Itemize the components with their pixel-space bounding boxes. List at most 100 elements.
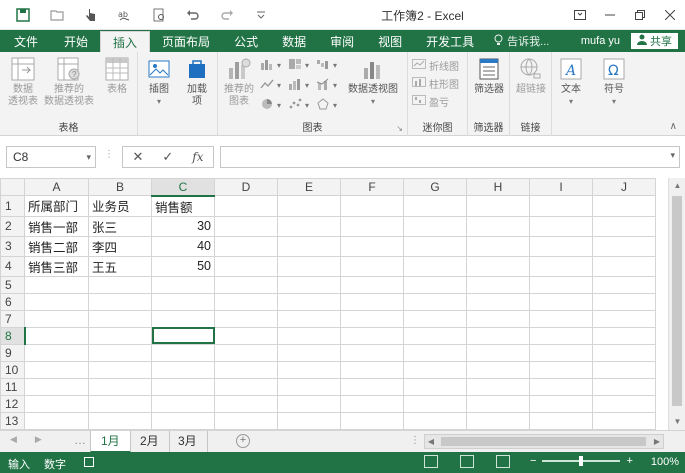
cell[interactable] xyxy=(151,343,215,362)
cell[interactable] xyxy=(151,309,215,328)
user-name[interactable]: mufa yu xyxy=(581,35,620,47)
vertical-scrollbar[interactable]: ▲ ▼ xyxy=(668,178,685,430)
cell[interactable] xyxy=(466,215,530,237)
symbol-button[interactable]: Ω 符号 ▾ xyxy=(597,56,631,108)
cell[interactable] xyxy=(592,309,656,328)
cell[interactable] xyxy=(466,275,530,294)
cell[interactable] xyxy=(529,275,593,294)
cell[interactable] xyxy=(529,292,593,311)
cell[interactable] xyxy=(592,377,656,396)
cell-c8-selected[interactable] xyxy=(151,326,215,345)
cell[interactable] xyxy=(24,275,89,294)
tab-review[interactable]: 审阅 xyxy=(318,30,366,52)
cell-c2[interactable]: 30 xyxy=(151,215,215,237)
cell[interactable] xyxy=(466,309,530,328)
cell[interactable] xyxy=(529,309,593,328)
cell[interactable] xyxy=(403,275,467,294)
minimize-icon[interactable] xyxy=(595,0,625,30)
cell[interactable] xyxy=(529,343,593,362)
select-all-corner[interactable] xyxy=(0,178,25,196)
cell[interactable] xyxy=(214,255,278,277)
text-button[interactable]: A 文本 ▾ xyxy=(555,56,587,108)
tab-insert[interactable]: 插入 xyxy=(100,31,151,53)
cell-a4[interactable]: 销售三部 xyxy=(24,255,89,277)
cell[interactable] xyxy=(592,255,656,277)
cell[interactable] xyxy=(214,215,278,237)
cell[interactable] xyxy=(277,235,341,257)
cell-a2[interactable]: 销售一部 xyxy=(24,215,89,237)
cell[interactable] xyxy=(403,235,467,257)
cell[interactable] xyxy=(88,275,152,294)
row-header[interactable]: 11 xyxy=(0,377,25,396)
cell-b1[interactable]: 业务员 xyxy=(88,195,152,217)
column-sparkline-button[interactable]: 柱形图 xyxy=(412,76,459,91)
insert-function-icon[interactable]: fx xyxy=(192,150,203,164)
cell[interactable] xyxy=(403,326,467,345)
tab-view[interactable]: 视图 xyxy=(366,30,414,52)
cell[interactable] xyxy=(214,343,278,362)
formula-input[interactable]: ▾ xyxy=(220,146,680,168)
cell[interactable] xyxy=(151,275,215,294)
page-layout-view-icon[interactable] xyxy=(460,455,474,468)
cell[interactable] xyxy=(340,215,404,237)
column-header-h[interactable]: H xyxy=(466,178,530,196)
cell[interactable] xyxy=(88,411,152,430)
cell[interactable] xyxy=(340,195,404,217)
cell[interactable] xyxy=(88,292,152,311)
cell[interactable] xyxy=(277,255,341,277)
name-box[interactable]: C8 ▾ xyxy=(6,146,96,168)
cell[interactable] xyxy=(403,377,467,396)
recommended-pivot-button[interactable]: ? 推荐的 数据透视表 xyxy=(40,56,98,108)
cell[interactable] xyxy=(340,411,404,430)
tab-data[interactable]: 数据 xyxy=(270,30,318,52)
restore-icon[interactable] xyxy=(625,0,655,30)
collapse-ribbon-icon[interactable]: ∧ xyxy=(670,121,677,132)
column-header-i[interactable]: I xyxy=(529,178,593,196)
horizontal-scrollbar[interactable]: ◀ ▶ xyxy=(424,434,664,449)
line-sparkline-button[interactable]: 折线图 xyxy=(412,58,459,73)
recommended-charts-button[interactable]: 推荐的 图表 xyxy=(222,56,256,108)
cell[interactable] xyxy=(214,292,278,311)
row-header[interactable]: 6 xyxy=(0,292,25,311)
cell[interactable] xyxy=(403,360,467,379)
cell[interactable] xyxy=(151,360,215,379)
scroll-right-icon[interactable]: ▶ xyxy=(651,435,663,448)
enter-icon[interactable]: ✓ xyxy=(162,149,173,165)
cell[interactable] xyxy=(592,343,656,362)
zoom-in-icon[interactable]: + xyxy=(626,455,632,467)
row-header[interactable]: 4 xyxy=(0,255,25,277)
cell[interactable] xyxy=(466,326,530,345)
cell[interactable] xyxy=(88,394,152,413)
cell[interactable] xyxy=(340,255,404,277)
cell[interactable] xyxy=(214,195,278,217)
cell[interactable] xyxy=(592,292,656,311)
expand-formula-bar-icon[interactable]: ▾ xyxy=(670,150,675,161)
tell-me-box[interactable]: 告诉我... xyxy=(486,30,557,52)
row-header[interactable]: 7 xyxy=(0,309,25,328)
cell[interactable] xyxy=(529,195,593,217)
cell[interactable] xyxy=(24,309,89,328)
column-header-e[interactable]: E xyxy=(277,178,341,196)
cell[interactable] xyxy=(340,309,404,328)
zoom-track[interactable] xyxy=(542,456,621,466)
cell[interactable] xyxy=(151,377,215,396)
cell[interactable] xyxy=(88,309,152,328)
column-header-g[interactable]: G xyxy=(403,178,467,196)
cell[interactable] xyxy=(466,255,530,277)
column-header-f[interactable]: F xyxy=(340,178,404,196)
cell-a1[interactable]: 所属部门 xyxy=(24,195,89,217)
sheet-tab-2[interactable]: 2月 xyxy=(130,431,170,453)
add-sheet-icon[interactable]: + xyxy=(236,434,250,448)
zoom-thumb[interactable] xyxy=(579,456,584,466)
cell[interactable] xyxy=(403,195,467,217)
cell[interactable] xyxy=(592,215,656,237)
row-header[interactable]: 3 xyxy=(0,235,25,257)
cell[interactable] xyxy=(529,411,593,430)
cell[interactable] xyxy=(214,394,278,413)
cell[interactable] xyxy=(24,411,89,430)
cell[interactable] xyxy=(466,195,530,217)
cell[interactable] xyxy=(340,377,404,396)
cell[interactable] xyxy=(466,411,530,430)
combo-chart-button[interactable]: ▾ xyxy=(316,78,337,93)
cell-b2[interactable]: 张三 xyxy=(88,215,152,237)
